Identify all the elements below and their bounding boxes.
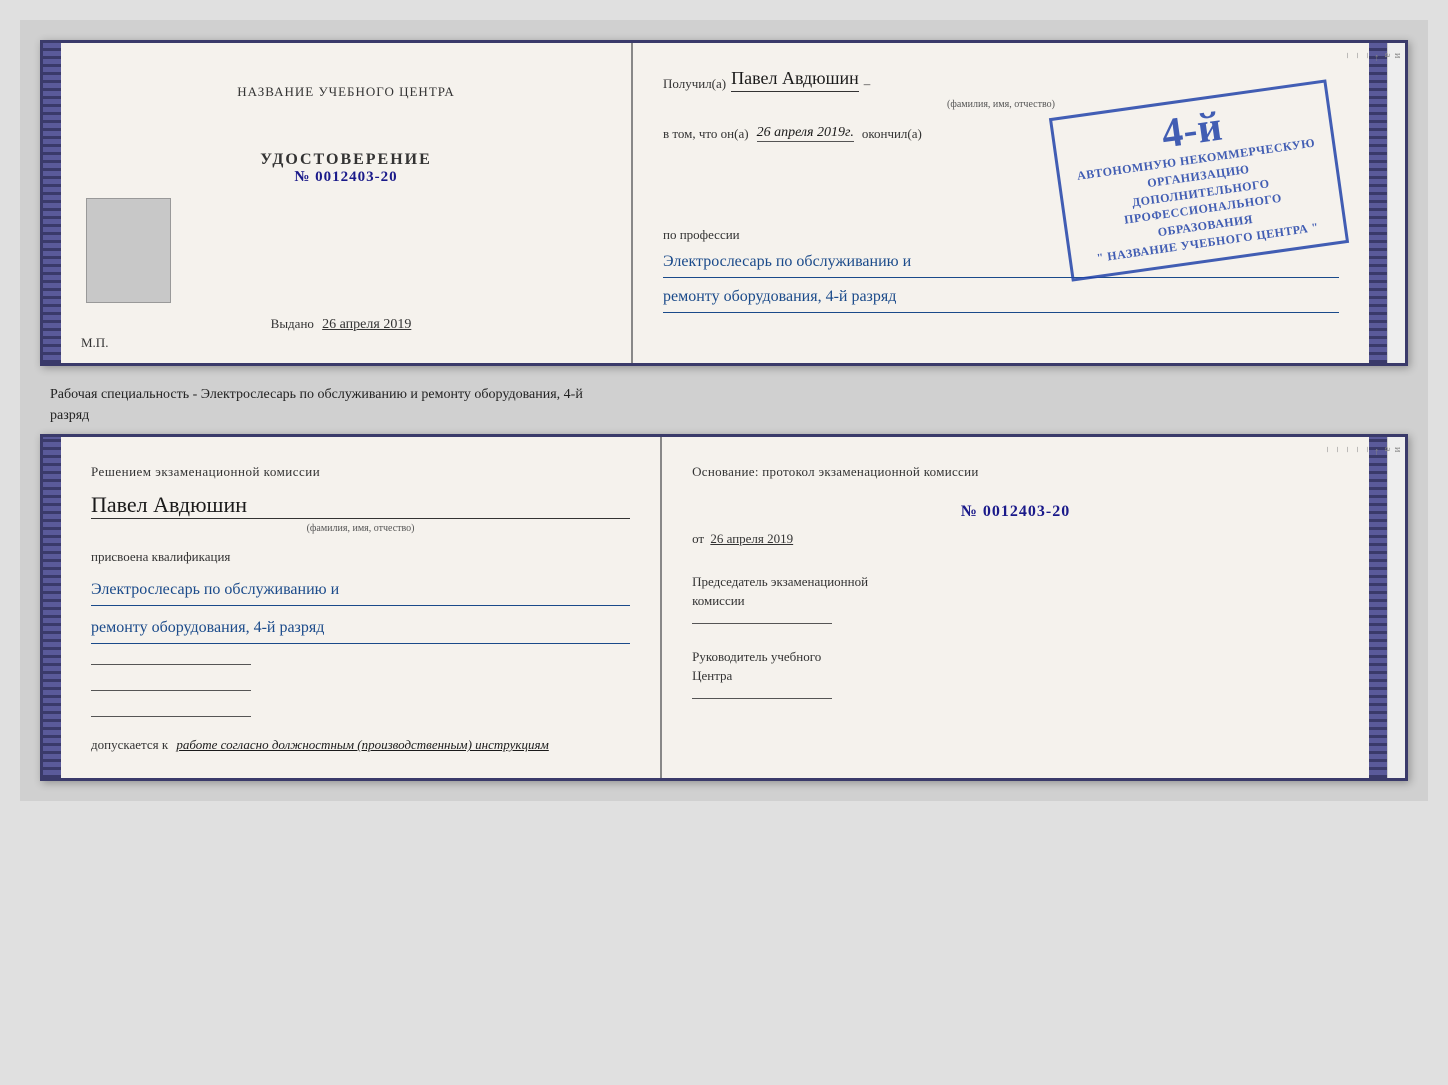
director-sig-line xyxy=(692,698,832,699)
qual-line2-wrapper: ремонту оборудования, 4-й разряд xyxy=(91,608,630,644)
allowed-text: работе согласно должностным (производств… xyxy=(176,737,548,752)
director-line2: Центра xyxy=(692,666,1339,686)
from-date-line: от 26 апреля 2019 xyxy=(692,531,1339,547)
person-name-bottom: Павел Авдюшин xyxy=(91,492,630,519)
from-prefix: от xyxy=(692,531,704,546)
in-that-prefix: в том, что он(а) xyxy=(663,126,749,142)
separator-content: Рабочая специальность - Электрослесарь п… xyxy=(50,387,583,423)
completion-date: 26 апреля 2019г. xyxy=(757,125,854,142)
commission-line: Решением экзаменационной комиссии xyxy=(91,462,630,482)
top-booklet: НАЗВАНИЕ УЧЕБНОГО ЦЕНТРА УДОСТОВЕРЕНИЕ №… xyxy=(40,40,1408,366)
sig-line-3 xyxy=(91,716,251,717)
fio-label-bottom: (фамилия, имя, отчество) xyxy=(91,523,630,534)
profession-line2: ремонту оборудования, 4-й разряд xyxy=(663,283,1339,312)
chairman-line1: Председатель экзаменационной xyxy=(692,572,1339,592)
director-line1: Руководитель учебного xyxy=(692,647,1339,667)
right-page-top: Получил(а) Павел Авдюшин – (фамилия, имя… xyxy=(633,43,1369,363)
recipient-name: Павел Авдюшин xyxy=(731,68,859,92)
edge-char-2: а xyxy=(1382,53,1392,353)
separator-text: Рабочая специальность - Электрослесарь п… xyxy=(50,384,1408,426)
qual-line1-wrapper: Электрослесарь по обслуживанию и xyxy=(91,570,630,606)
issued-line: Выдано 26 апреля 2019 xyxy=(271,316,412,333)
chairman-line2: комиссии xyxy=(692,591,1339,611)
issued-prefix: Выдано xyxy=(271,316,314,331)
photo-placeholder xyxy=(86,198,171,303)
director-section: Руководитель учебного Центра xyxy=(692,647,1339,702)
recipient-line: Получил(а) Павел Авдюшин – xyxy=(663,68,1339,92)
bottom-right-page: Основание: протокол экзаменационной коми… xyxy=(662,437,1369,778)
bottom-booklet: Решением экзаменационной комиссии Павел … xyxy=(40,434,1408,781)
chairman-sig-line xyxy=(692,623,832,624)
qualification-prefix: присвоена квалификация xyxy=(91,549,630,565)
training-center-title: НАЗВАНИЕ УЧЕБНОГО ЦЕНТРА xyxy=(237,83,454,101)
profession-prefix: по профессии xyxy=(663,227,740,242)
edge-marks-top: и а ← – – – xyxy=(1387,43,1405,363)
basis-text: Основание: протокол экзаменационной коми… xyxy=(692,462,1339,483)
sig-line-2 xyxy=(91,690,251,691)
chairman-section: Председатель экзаменационной комиссии xyxy=(692,572,1339,627)
cert-number: № 0012403-20 xyxy=(294,169,397,186)
qualification-line1: Электрослесарь по обслуживанию и xyxy=(91,575,630,605)
issued-date: 26 апреля 2019 xyxy=(322,317,411,332)
finished-label: окончил(а) xyxy=(862,126,922,142)
from-date: 26 апреля 2019 xyxy=(710,531,793,546)
protocol-number: № 0012403-20 xyxy=(692,503,1339,521)
edge-char-3: ← xyxy=(1372,53,1382,353)
left-spine-bottom xyxy=(43,437,61,778)
qualification-line2: ремонту оборудования, 4-й разряд xyxy=(91,613,630,643)
cert-label: УДОСТОВЕРЕНИЕ xyxy=(260,151,432,169)
mp-label: М.П. xyxy=(81,335,108,351)
allowed-prefix: допускается к xyxy=(91,737,168,752)
left-page-top: НАЗВАНИЕ УЧЕБНОГО ЦЕНТРА УДОСТОВЕРЕНИЕ №… xyxy=(61,43,633,363)
recipient-prefix: Получил(а) xyxy=(663,76,726,92)
edge-char-1: и xyxy=(1392,53,1402,353)
allowed-section: допускается к работе согласно должностны… xyxy=(91,737,630,753)
edge-marks-bottom: и а ← – – – – – xyxy=(1387,437,1405,778)
left-spine xyxy=(43,43,61,363)
bottom-left-page: Решением экзаменационной комиссии Павел … xyxy=(61,437,662,778)
sig-line-1 xyxy=(91,664,251,665)
